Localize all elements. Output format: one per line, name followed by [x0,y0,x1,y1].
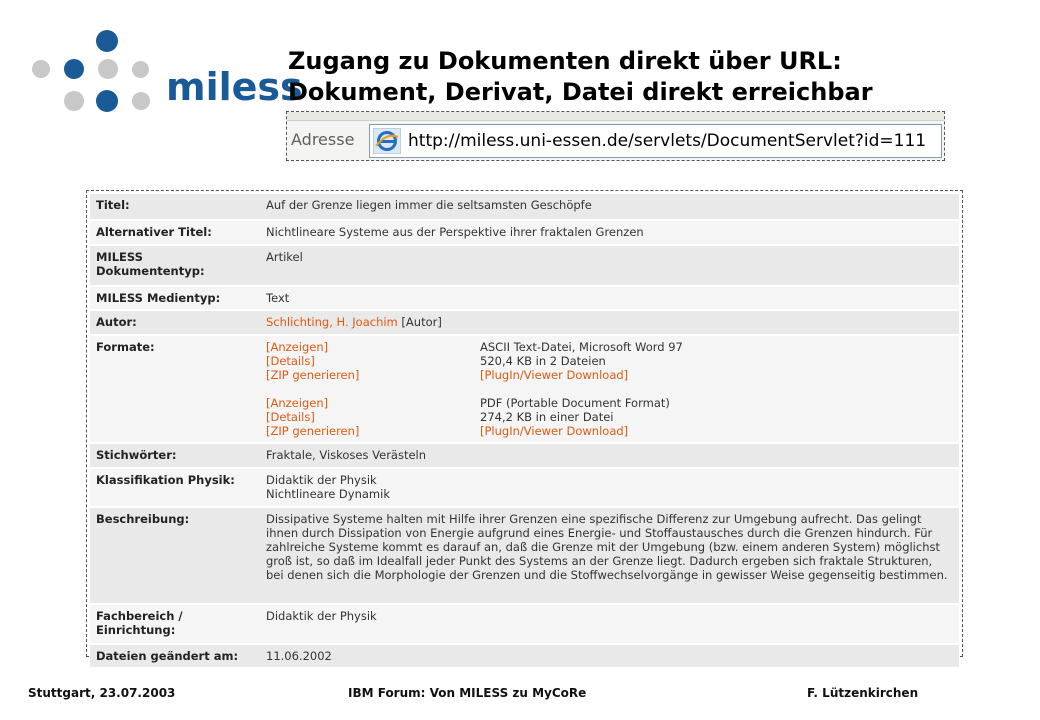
field-value: Artikel [266,250,303,264]
logo-dot [64,59,84,79]
field-value: Nichtlineare Systeme aus der Perspektive… [266,225,644,239]
table-row: Formate: [Anzeigen] ASCII Text-Datei, Mi… [90,336,959,444]
field-label-line: Fachbereich / [96,609,183,623]
toolbar-strip [287,112,944,121]
field-value: Text [266,291,290,305]
field-label: MILESS Medientyp: [96,291,221,305]
slide-title-line1: Zugang zu Dokumenten direkt über URL: [288,47,842,75]
classification-item: Nichtlineare Dynamik [266,487,390,501]
logo-dot [132,92,150,110]
format-group: [Anzeigen] ASCII Text-Datei, Microsoft W… [266,340,953,382]
author-role: [Autor] [401,315,442,329]
table-row: Klassifikation Physik: Didaktik der Phys… [90,469,959,508]
field-label-line: MILESS [96,250,143,264]
details-link[interactable]: [Details] [266,410,480,424]
ie-icon [373,128,401,154]
field-label: Fachbereich / Einrichtung: [90,605,260,643]
field-label: MILESS Dokumententyp: [90,246,260,285]
format-group: [Anzeigen] PDF (Portable Document Format… [266,396,953,438]
format-size: 274,2 KB in einer Datei [480,410,614,424]
plugin-link[interactable]: [PlugIn/Viewer Download] [480,368,628,382]
format-type: ASCII Text-Datei, Microsoft Word 97 [480,340,683,354]
field-value: Fraktale, Viskoses Verästeln [266,448,427,462]
field-label: Autor: [96,315,137,329]
table-row: MILESS Dokumententyp: Artikel [90,246,959,287]
show-link[interactable]: [Anzeigen] [266,340,480,354]
logo-dot [32,60,50,78]
field-label: Alternativer Titel: [96,225,212,239]
field-label: Beschreibung: [96,512,190,526]
slide-title: Zugang zu Dokumenten direkt über URL: Do… [288,46,1008,108]
table-row: MILESS Medientyp: Text [90,287,959,311]
logo-dot [64,91,84,111]
field-label: Dateien geändert am: [96,649,239,663]
format-size: 520,4 KB in 2 Dateien [480,354,606,368]
logo-dot [96,30,118,52]
address-url: http://miless.uni-essen.de/servlets/Docu… [408,131,927,151]
browser-address-bar: Adresse http://miless.uni-essen.de/servl… [286,111,945,161]
logo-dot [96,90,118,112]
field-value: Schlichting, H. Joachim [Autor] [260,311,959,334]
document-record-table: Titel: Auf der Grenze liegen immer die s… [90,194,959,667]
field-label: Titel: [96,198,130,212]
author-link[interactable]: Schlichting, H. Joachim [266,315,398,329]
slide: miless Zugang zu Dokumenten direkt über … [0,0,1040,720]
classification-item: Didaktik der Physik [266,473,377,487]
address-input[interactable]: http://miless.uni-essen.de/servlets/Docu… [369,124,942,158]
field-value: 11.06.2002 [266,649,332,663]
table-row: Alternativer Titel: Nichtlineare Systeme… [90,221,959,246]
zip-link[interactable]: [ZIP generieren] [266,424,480,438]
logo-dot [132,61,149,78]
show-link[interactable]: [Anzeigen] [266,396,480,410]
description-text: Dissipative Systeme halten mit Hilfe ihr… [266,512,948,582]
logo-dot [98,59,118,79]
plugin-link[interactable]: [PlugIn/Viewer Download] [480,424,628,438]
field-label-line: Einrichtung: [96,623,176,637]
table-row: Beschreibung: Dissipative Systeme halten… [90,508,959,605]
table-row: Dateien geändert am: 11.06.2002 [90,645,959,667]
table-row: Stichwörter: Fraktale, Viskoses Verästel… [90,444,959,469]
table-row: Fachbereich / Einrichtung: Didaktik der … [90,605,959,645]
field-value: Auf der Grenze liegen immer die seltsams… [266,198,592,212]
zip-link[interactable]: [ZIP generieren] [266,368,480,382]
footer-left: Stuttgart, 23.07.2003 [28,686,176,700]
format-type: PDF (Portable Document Format) [480,396,670,410]
formats-value: [Anzeigen] ASCII Text-Datei, Microsoft W… [260,336,959,442]
logo-text: miless [166,65,303,109]
document-record-panel: Titel: Auf der Grenze liegen immer die s… [86,190,963,667]
table-row: Autor: Schlichting, H. Joachim [Autor] [90,311,959,336]
details-link[interactable]: [Details] [266,354,480,368]
footer-center: IBM Forum: Von MILESS zu MyCoRe [348,686,587,700]
field-value: Didaktik der Physik [266,609,377,623]
field-label-line: Dokumententyp: [96,264,205,278]
field-label: Formate: [96,340,155,354]
field-value: Didaktik der Physik Nichtlineare Dynamik [260,469,959,506]
field-label: Klassifikation Physik: [96,473,235,487]
table-row: Titel: Auf der Grenze liegen immer die s… [90,194,959,221]
miless-logo: miless [28,28,303,118]
footer-right: F. Lützenkirchen [807,686,919,700]
slide-title-line2: Dokument, Derivat, Datei direkt erreichb… [288,78,873,106]
address-label: Adresse [291,130,355,149]
field-label: Stichwörter: [96,448,177,462]
